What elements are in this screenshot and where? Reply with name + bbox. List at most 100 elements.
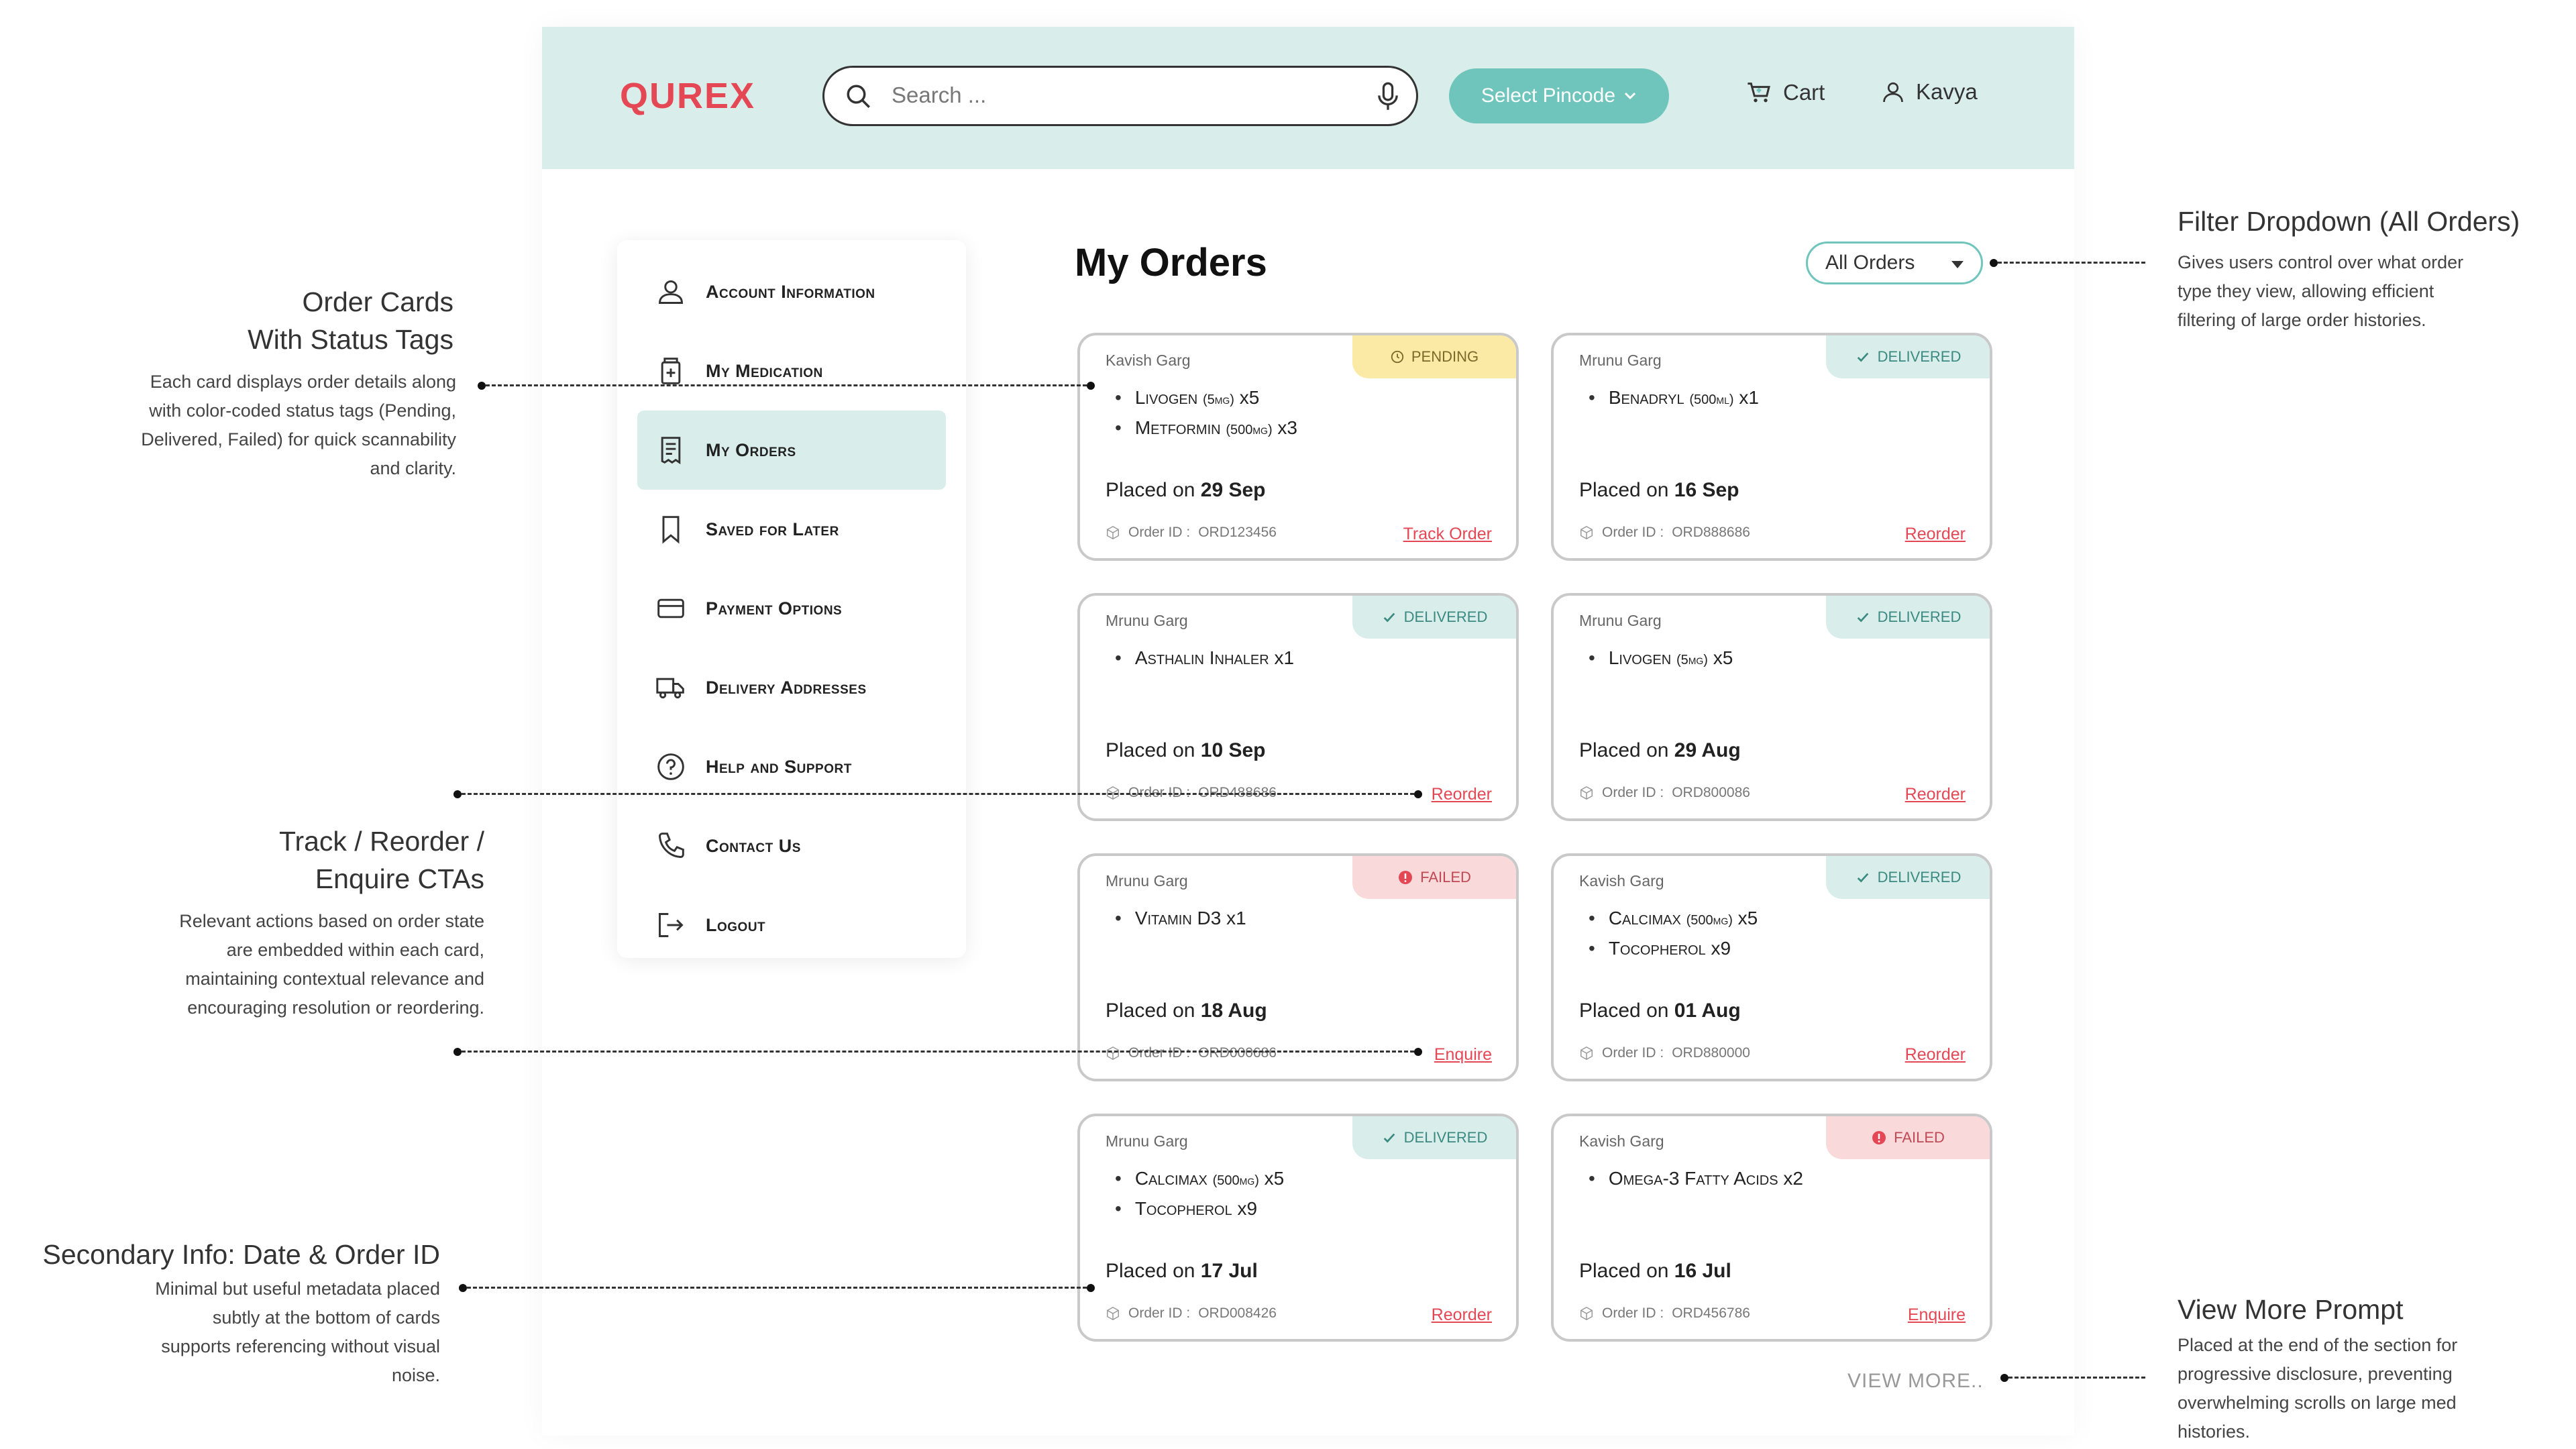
user-icon <box>659 280 683 304</box>
item-quantity: x5 <box>1239 387 1260 408</box>
order-items: Calcimax (500mg) x5Tocopherol x9 <box>1589 904 1758 965</box>
annotation-dot <box>1414 1048 1422 1056</box>
track-order-link[interactable]: Track Order <box>1403 525 1492 544</box>
sidebar-item-logout[interactable]: Logout <box>637 885 946 965</box>
order-id-value: ORD888686 <box>1672 525 1750 540</box>
sidebar-item-my-medication[interactable]: My Medication <box>637 331 946 411</box>
sidebar-item-payment-options[interactable]: Payment Options <box>637 569 946 648</box>
sidebar-item-delivery-addresses[interactable]: Delivery Addresses <box>637 648 946 727</box>
status-badge: FAILED <box>1352 856 1516 899</box>
item-dose: (5mg) <box>1676 653 1708 667</box>
user-menu-button[interactable]: Kavya <box>1881 79 1978 105</box>
annotation-line: progressive disclosure, preventing <box>2178 1364 2453 1384</box>
annotation-line: filtering of large order histories. <box>2178 310 2426 330</box>
sidebar-item-account-information[interactable]: Account Information <box>637 252 946 331</box>
sidebar-item-my-orders[interactable]: My Orders <box>637 411 946 490</box>
order-id-prefix: Order ID : <box>1602 1045 1664 1061</box>
sidebar-item-contact-us[interactable]: Contact Us <box>637 806 946 885</box>
logo[interactable]: QUREX <box>620 75 755 117</box>
annotation-line: Relevant actions based on order state <box>179 911 484 931</box>
placed-prefix: Placed on <box>1579 1000 1669 1022</box>
order-id-prefix: Order ID : <box>1128 525 1191 540</box>
item-name: Omega-3 Fatty Acids <box>1608 1168 1778 1189</box>
item-quantity: x2 <box>1783 1168 1803 1189</box>
order-items: Vitamin D3 x1 <box>1115 904 1246 934</box>
customer-name: Kavish Garg <box>1106 352 1191 369</box>
status-label: DELIVERED <box>1877 608 1962 625</box>
pincode-label: Select Pincode <box>1481 85 1616 107</box>
check-icon <box>1855 350 1871 364</box>
status-badge: DELIVERED <box>1826 856 1990 899</box>
customer-name: Mrunu Garg <box>1106 1132 1188 1150</box>
order-id-prefix: Order ID : <box>1602 525 1664 540</box>
filter-dropdown[interactable]: All Orders <box>1806 241 1983 284</box>
search-icon <box>847 85 870 108</box>
order-id: Order ID : ORD800086 <box>1579 785 1750 801</box>
package-icon <box>1579 786 1594 800</box>
order-card: Kavish GargDELIVEREDCalcimax (500mg) x5T… <box>1551 853 1992 1081</box>
item-name: Livogen <box>1134 387 1198 408</box>
annotation-line: are embedded within each card, <box>226 940 484 960</box>
order-item: Tocopherol x9 <box>1115 1195 1284 1225</box>
user-name: Kavya <box>1916 79 1978 104</box>
status-badge: FAILED <box>1826 1116 1990 1159</box>
item-quantity: x9 <box>1711 938 1731 959</box>
reorder-link[interactable]: Reorder <box>1905 1045 1966 1065</box>
status-label: PENDING <box>1411 348 1479 365</box>
package-icon <box>1106 1046 1120 1061</box>
placed-date-value: 18 Aug <box>1200 1000 1267 1022</box>
item-quantity: x9 <box>1237 1198 1258 1219</box>
placed-prefix: Placed on <box>1579 1260 1669 1282</box>
sidebar-item-label: Payment Options <box>706 598 843 619</box>
reorder-link[interactable]: Reorder <box>1905 785 1966 804</box>
item-name: Calcimax <box>1134 1168 1208 1189</box>
annotation-title: Secondary Info: Date & Order ID <box>42 1239 441 1270</box>
status-badge: DELIVERED <box>1826 596 1990 639</box>
customer-name: Mrunu Garg <box>1106 612 1188 629</box>
cart-button[interactable]: Cart <box>1746 79 1825 106</box>
item-name: Tocopherol <box>1608 938 1706 959</box>
order-item: Metformin (500mg) x3 <box>1115 414 1297 444</box>
annotation-line: overwhelming scrolls on large med <box>2178 1393 2457 1413</box>
orders-grid: Kavish Garg PENDING Livogen (5mg) x5 Metfor… <box>1077 333 2006 1342</box>
reorder-link[interactable]: Reorder <box>1432 785 1492 804</box>
status-badge: DELIVERED <box>1352 596 1516 639</box>
annotation-line: with color-coded status tags (Pending, <box>149 400 456 421</box>
header: QUREX Search ... Select Pincode Cart Kav… <box>542 27 2074 169</box>
annotation-body: Gives users control over what order type… <box>2178 248 2553 335</box>
annotation-line: Each card displays order details along <box>150 372 456 392</box>
alert-icon <box>1397 869 1413 885</box>
app-frame: QUREX Search ... Select Pincode Cart Kav… <box>542 27 2074 1436</box>
sidebar-item-saved-for-later[interactable]: Saved for Later <box>637 490 946 569</box>
order-items: Omega-3 Fatty Acids x2 <box>1589 1165 1803 1195</box>
enquire-link[interactable]: Enquire <box>1908 1305 1966 1325</box>
chevron-down-icon <box>1625 92 1636 100</box>
annotation-dot <box>478 382 486 390</box>
annotation-title: Filter Dropdown (All Orders) <box>2178 206 2520 237</box>
placed-date: Placed on 16 Jul <box>1579 1260 1731 1283</box>
check-icon <box>1381 610 1397 625</box>
placed-date-value: 29 Aug <box>1674 739 1741 761</box>
status-label: DELIVERED <box>1877 348 1962 365</box>
annotation-dot <box>2000 1374 2008 1382</box>
search-bar[interactable]: Search ... <box>822 66 1418 126</box>
item-dose: (5mg) <box>1202 392 1234 407</box>
order-id-value: ORD880000 <box>1672 1045 1750 1061</box>
order-id-value: ORD456786 <box>1672 1305 1750 1321</box>
select-pincode-button[interactable]: Select Pincode <box>1449 68 1669 123</box>
reorder-link[interactable]: Reorder <box>1905 525 1966 544</box>
annotation-title-line: Order Cards <box>302 286 453 317</box>
microphone-icon[interactable] <box>1375 81 1401 112</box>
sidebar-item-label: My Medication <box>706 360 823 381</box>
placed-date-value: 29 Sep <box>1200 479 1266 501</box>
order-id: Order ID : ORD008426 <box>1106 1305 1277 1322</box>
reorder-link[interactable]: Reorder <box>1432 1305 1492 1325</box>
phone-icon <box>659 833 684 858</box>
item-name: Vitamin D3 <box>1134 908 1222 928</box>
search-input[interactable]: Search ... <box>892 83 986 108</box>
enquire-link[interactable]: Enquire <box>1434 1045 1492 1065</box>
logout-icon <box>659 913 684 937</box>
view-more-link[interactable]: VIEW MORE.. <box>1847 1370 1984 1393</box>
account-sidebar: Account Information My Medication My Ord… <box>617 240 966 958</box>
order-item: Calcimax (500mg) x5 <box>1115 1165 1284 1195</box>
